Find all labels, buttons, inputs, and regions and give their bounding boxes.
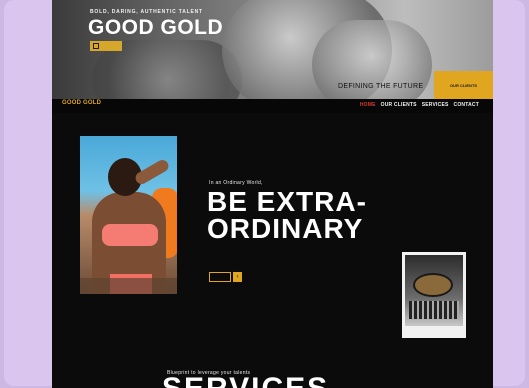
square-icon [93,43,99,49]
nav-links: HOME OUR CLIENTS SERVICES CONTACT [360,102,479,108]
nav-item-home[interactable]: HOME [360,102,376,108]
headline: BE EXTRA- ORDINARY [207,186,367,244]
headline-line-1: BE EXTRA- [207,186,367,217]
nav-item-our-clients[interactable]: OUR CLIENTS [381,102,417,108]
hero-section: BOLD, DARING, AUTHENTIC TALENT GOOD GOLD… [52,0,493,99]
hero-button[interactable] [90,41,122,51]
nav-item-contact[interactable]: CONTACT [454,102,479,108]
contact-cta: › [209,272,242,282]
defining-text: DEFINING THE FUTURE [338,83,424,90]
hero-title: GOOD GOLD [88,16,224,39]
logo[interactable]: GOOD GOLD [62,100,101,106]
contact-button[interactable] [209,272,231,282]
website-page: BOLD, DARING, AUTHENTIC TALENT GOOD GOLD… [52,0,493,388]
arrow-right-icon[interactable]: › [233,272,242,282]
services-title: SERVICES [162,374,329,388]
nav-item-services[interactable]: SERVICES [422,102,449,108]
headline-line-2: ORDINARY [207,213,364,244]
hero-kicker: BOLD, DARING, AUTHENTIC TALENT [90,9,203,15]
model-photo [80,136,177,294]
our-clients-button[interactable]: OUR CLIENTS [434,71,493,99]
polaroid-photo [402,252,466,338]
top-nav: GOOD GOLD HOME OUR CLIENTS SERVICES CONT… [52,99,493,113]
